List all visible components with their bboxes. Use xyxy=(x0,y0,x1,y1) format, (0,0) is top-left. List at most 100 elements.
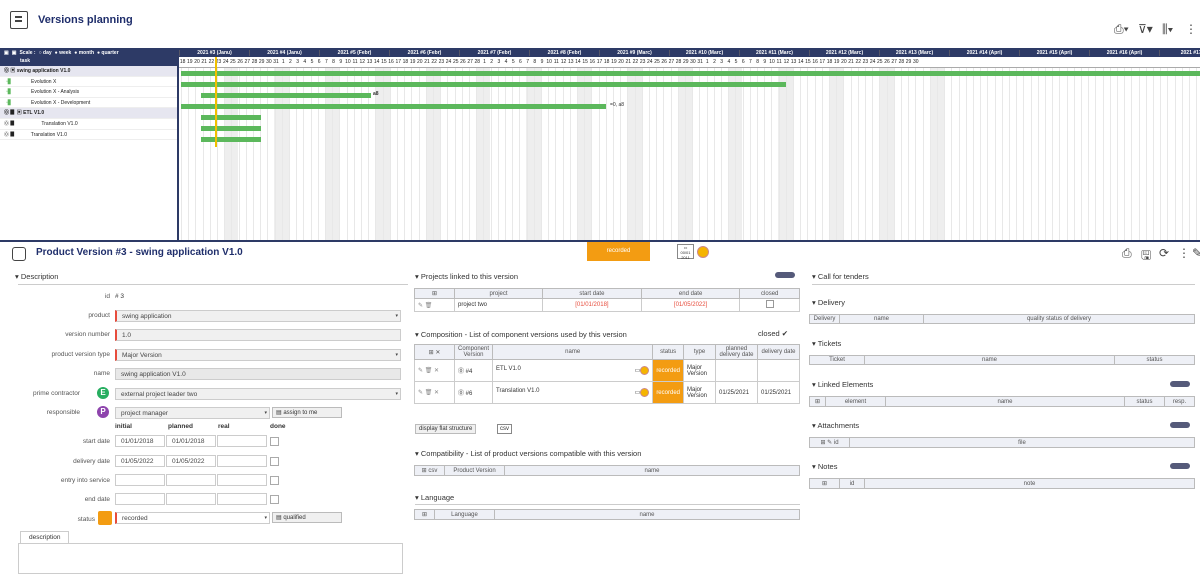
grid-line xyxy=(584,68,586,240)
scale-quarter[interactable]: ● quarter xyxy=(97,50,119,56)
filter-icon[interactable]: ⊽▾ xyxy=(1138,22,1153,36)
version-number-input[interactable]: 1.0 xyxy=(115,329,401,341)
qualified-button[interactable]: ▤ qualified xyxy=(272,512,342,523)
tickets-section[interactable]: ▾ Tickets xyxy=(812,339,841,348)
responsible-select[interactable]: project manager ▾ xyxy=(115,407,270,419)
display-flat-structure-button[interactable]: display flat structure xyxy=(415,424,477,434)
add-icon[interactable]: ⊞ xyxy=(809,396,826,407)
end-done-checkbox[interactable] xyxy=(270,495,279,504)
print-icon[interactable]: ⎙ xyxy=(1122,246,1132,261)
grid-line xyxy=(757,68,758,240)
type-select[interactable]: Major Version ▾ xyxy=(115,349,401,361)
task-row[interactable]: ⓪ ▊ Translation V1.0 xyxy=(0,130,177,141)
day-header: 23 xyxy=(438,59,445,65)
table-row[interactable]: ✎ 🗑 project two [01/01/2018] [01/05/2022] xyxy=(414,298,800,312)
edit-icon[interactable]: ✎ xyxy=(1192,246,1200,260)
gantt-bar[interactable] xyxy=(181,104,606,109)
end-real-input[interactable] xyxy=(217,493,267,505)
description-tab[interactable]: description xyxy=(20,531,70,543)
scale-week[interactable]: ● week xyxy=(55,50,72,56)
more-icon[interactable]: ⋮ xyxy=(1178,246,1190,260)
grid-line xyxy=(490,68,492,240)
add-icon[interactable]: ⊞ xyxy=(414,509,435,520)
status-select[interactable]: recorded ▾ xyxy=(115,512,270,524)
task-row[interactable]: ▫▊ Evolution X - Development xyxy=(0,98,177,109)
notes-section[interactable]: ▾ Notes xyxy=(812,462,837,471)
projects-section[interactable]: ▾ Projects linked to this version xyxy=(415,272,518,281)
closed-checkbox[interactable] xyxy=(765,300,774,308)
add-icon[interactable]: ⊞ ✕ xyxy=(414,344,455,360)
task-row[interactable]: ⓪ ▊ Translation V1.0 xyxy=(0,119,177,130)
linked-elements-section[interactable]: ▾ Linked Elements xyxy=(812,380,873,389)
compatibility-section[interactable]: ▾ Compatibility - List of product versio… xyxy=(415,449,641,458)
add-icon[interactable]: ⊞ xyxy=(809,478,840,489)
day-header: 2 xyxy=(289,59,292,65)
more-menu-icon[interactable]: ⋮ xyxy=(1185,22,1197,36)
end-planned-input[interactable] xyxy=(166,493,216,505)
week-headers: 2021 #3 (Janu) 2021 #4 (Janu) 2021 #5 (Feb… xyxy=(179,49,1200,56)
delivery-section[interactable]: ▾ Delivery xyxy=(812,298,845,307)
composition-section[interactable]: ▾ Composition - List of component versio… xyxy=(415,330,627,339)
language-section[interactable]: ▾ Language xyxy=(415,493,454,502)
prime-contractor-select[interactable]: external project leader two ▾ xyxy=(115,388,401,400)
end-initial-input[interactable] xyxy=(115,493,165,505)
week-header: 2021 #14 (Apri) xyxy=(949,49,1019,56)
assign-to-me-button[interactable]: ▤ assign to me xyxy=(272,407,342,418)
start-planned-input[interactable]: 01/01/2018 xyxy=(166,435,216,447)
col-header: project xyxy=(453,288,544,299)
gantt-bar[interactable] xyxy=(181,82,786,87)
add-icon[interactable]: ⊞ ✎ id xyxy=(809,437,850,448)
day-header: 30 xyxy=(690,59,696,65)
start-done-checkbox[interactable] xyxy=(270,437,279,446)
grid-line xyxy=(908,68,910,240)
grid-line xyxy=(872,68,874,240)
grid-line xyxy=(699,68,701,240)
entry-initial-input[interactable] xyxy=(115,474,165,486)
gantt-bar[interactable] xyxy=(201,126,261,131)
gantt-bar[interactable] xyxy=(201,115,261,120)
save-icon[interactable]: 🖫 xyxy=(1141,246,1151,267)
entry-done-checkbox[interactable] xyxy=(270,476,279,485)
entry-real-input[interactable] xyxy=(217,474,267,486)
tenders-section[interactable]: ▾ Call for tenders xyxy=(812,272,869,281)
columns-icon[interactable]: ⫼▾ xyxy=(1162,22,1173,37)
product-select[interactable]: swing application ▾ xyxy=(115,310,401,322)
add-icon[interactable]: ⊞ xyxy=(414,288,455,299)
refresh-icon[interactable]: ⟳ xyxy=(1159,246,1169,260)
description-editor[interactable] xyxy=(18,543,403,574)
expand-all-icon[interactable]: ▣ xyxy=(4,50,9,56)
table-row[interactable]: ✎ 🗑 ✕ ⓪ #4 ETL V1.0 ▭ recorded Major Version xyxy=(414,359,800,382)
table-row[interactable]: ✎ 🗑 ✕ ⓪ #6 Translation V1.0 ▭ recorded Major … xyxy=(414,381,800,404)
gantt-bar[interactable] xyxy=(201,93,371,98)
day-header: 10 xyxy=(769,59,775,65)
entry-planned-input[interactable] xyxy=(166,474,216,486)
grid-line xyxy=(901,68,902,240)
grid-line xyxy=(857,68,859,240)
task-row[interactable]: ▫▊ Evolution X - Analysis xyxy=(0,87,177,98)
gantt-bar[interactable] xyxy=(201,137,261,142)
gantt-bar[interactable] xyxy=(181,71,1200,76)
scale-month[interactable]: ● month xyxy=(74,50,94,56)
collapse-all-icon[interactable]: ▣ xyxy=(12,50,17,56)
description-section[interactable]: ▾ Description xyxy=(15,272,58,281)
scale-day[interactable]: ○ day xyxy=(39,50,52,56)
delivery-done-checkbox[interactable] xyxy=(270,457,279,466)
day-header: 24 xyxy=(869,59,876,65)
task-row[interactable]: ⓪ ▊ ▣ ETL V1.0 xyxy=(0,108,177,119)
task-row[interactable]: ▫▊ Evolution X xyxy=(0,77,177,88)
grid-line xyxy=(793,68,794,240)
delivery-real-input[interactable] xyxy=(217,455,267,467)
start-initial-input[interactable]: 01/01/2018 xyxy=(115,435,165,447)
id-value: # 3 xyxy=(115,293,125,300)
csv-icon[interactable]: csv xyxy=(497,424,512,434)
day-header: 15 xyxy=(582,59,588,65)
delivery-planned-input[interactable]: 01/05/2022 xyxy=(166,455,216,467)
task-row[interactable]: ⓪ ▣ swing application V1.0 xyxy=(0,66,177,77)
delivery-initial-input[interactable]: 01/05/2022 xyxy=(115,455,165,467)
grid-line xyxy=(483,68,485,240)
closed-toggle[interactable]: closed ✔ xyxy=(758,329,788,338)
add-icon[interactable]: ⊞ csv xyxy=(414,465,445,476)
print-icon[interactable]: ⎙▾ xyxy=(1114,22,1129,37)
attachments-section[interactable]: ▾ Attachments xyxy=(812,421,859,430)
start-real-input[interactable] xyxy=(217,435,267,447)
